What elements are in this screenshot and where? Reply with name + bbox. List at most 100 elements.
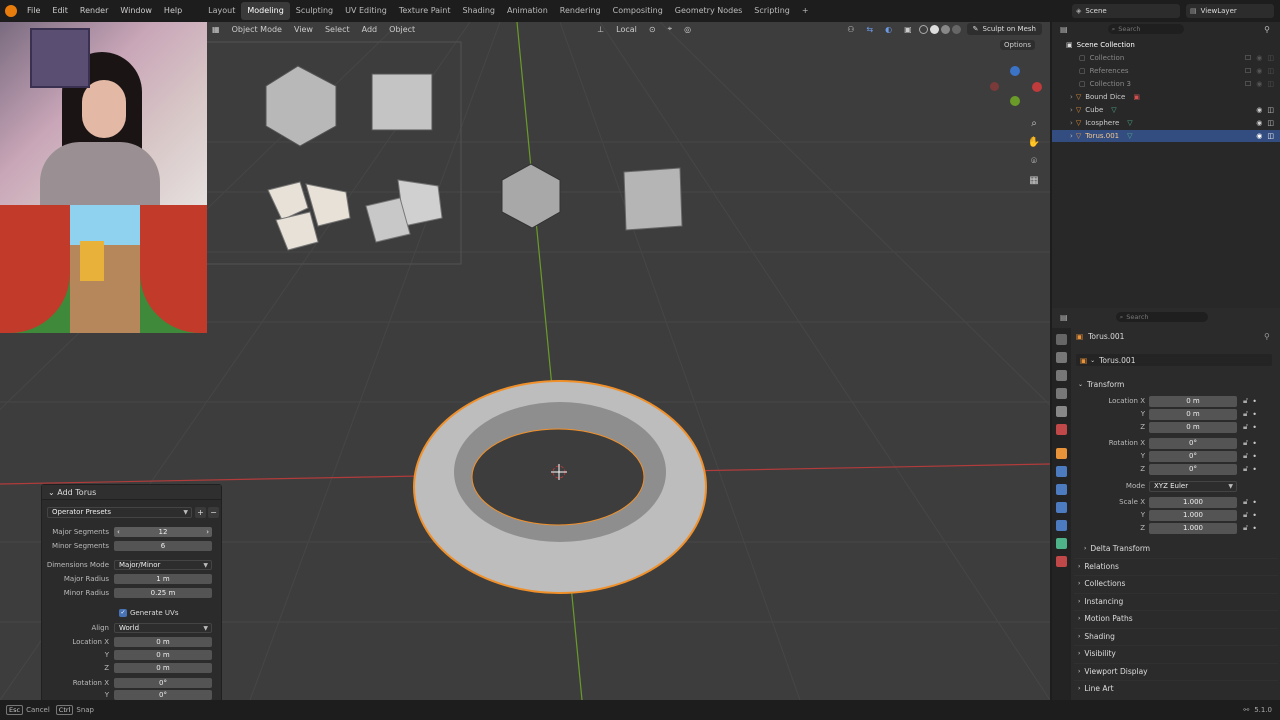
expand-arrow-icon[interactable]: › — [1070, 119, 1073, 127]
menu-help[interactable]: Help — [158, 0, 188, 22]
tab-geometry-nodes[interactable]: Geometry Nodes — [669, 2, 748, 20]
gizmo-icon[interactable]: ⇆ — [860, 25, 879, 34]
blender-logo-icon[interactable] — [5, 5, 17, 17]
add-menu[interactable]: Add — [356, 25, 384, 34]
rotation-x-field[interactable]: 0° — [114, 677, 212, 688]
increment-icon[interactable]: › — [206, 527, 209, 537]
pivot-icon[interactable]: ⊙ — [643, 25, 662, 34]
keyframe-dot-icon[interactable]: • — [1252, 439, 1257, 448]
instancing-section-header[interactable]: › Instancing — [1074, 593, 1278, 609]
lock-icon[interactable]: 🔓︎ — [1243, 396, 1248, 406]
scale-z-field[interactable]: 1.000 — [1149, 522, 1237, 534]
sculpt-on-mesh-button[interactable]: ✎ Sculpt on Mesh — [966, 23, 1042, 35]
keyframe-dot-icon[interactable]: • — [1252, 511, 1257, 520]
gizmo-x-icon[interactable] — [1032, 82, 1042, 92]
minor-segments-field[interactable]: 6 — [114, 540, 212, 551]
visibility-icon[interactable]: ⚇ — [841, 25, 860, 34]
properties-editor[interactable]: ▤ ⌕ Search ▣ Torus.001 ⚲ ▣ ⌄ Torus.001 ⌄… — [1052, 310, 1280, 700]
keyframe-dot-icon[interactable]: • — [1252, 423, 1257, 432]
scale-x-field[interactable]: 1.000 — [1149, 496, 1237, 508]
keyframe-dot-icon[interactable]: • — [1252, 498, 1257, 507]
eye-icon[interactable]: ◉ — [1256, 80, 1262, 88]
camera-icon[interactable]: ⌾ — [1026, 156, 1042, 175]
tab-shading[interactable]: Shading — [456, 2, 501, 20]
outliner-row-cube[interactable]: › ▽ Cube ▽ ◉ ◫ — [1052, 104, 1280, 116]
camera-icon[interactable]: ◫ — [1267, 132, 1274, 140]
rotation-x-field[interactable]: 0° — [1149, 437, 1237, 449]
grid-icon[interactable]: ▦ — [1026, 175, 1042, 194]
particles-tab-icon[interactable] — [1056, 484, 1067, 495]
outliner-row-references[interactable]: ▢ References ☐ ◉ ◫ — [1052, 65, 1280, 77]
tab-compositing[interactable]: Compositing — [607, 2, 669, 20]
eye-icon[interactable]: ◉ — [1256, 54, 1262, 62]
generate-uvs-checkbox[interactable]: ✓ — [119, 608, 127, 617]
object-menu[interactable]: Object — [383, 25, 421, 34]
rotation-z-field[interactable]: 0° — [1149, 463, 1237, 475]
output-tab-icon[interactable] — [1056, 370, 1067, 381]
expand-arrow-icon[interactable]: › — [1070, 132, 1073, 140]
material-tab-icon[interactable] — [1056, 556, 1067, 567]
shading-section-header[interactable]: › Shading — [1074, 628, 1278, 644]
tool-tab-icon[interactable] — [1056, 334, 1067, 345]
eye-icon[interactable]: ◉ — [1256, 132, 1262, 140]
scene-selector[interactable]: ◈ Scene — [1072, 4, 1180, 18]
tab-texture-paint[interactable]: Texture Paint — [393, 2, 457, 20]
constraints-tab-icon[interactable] — [1056, 520, 1067, 531]
align-select[interactable]: World ▼ — [114, 622, 212, 633]
camera-icon[interactable]: ◫ — [1267, 80, 1274, 88]
select-menu[interactable]: Select — [319, 25, 356, 34]
location-z-field[interactable]: 0 m — [1149, 421, 1237, 433]
location-y-field[interactable]: 0 m — [114, 649, 212, 660]
scene-tab-icon[interactable] — [1056, 406, 1067, 417]
outliner[interactable]: ▤ ⌕ Search ⚲ ▣ Scene Collection ▢ Collec… — [1052, 22, 1280, 308]
3d-viewport[interactable]: ▦ Object Mode View Select Add Object ⊥ L… — [0, 22, 1050, 700]
lock-icon[interactable]: 🔓︎ — [1243, 497, 1248, 507]
rotation-mode-select[interactable]: XYZ Euler ▼ — [1149, 480, 1237, 492]
camera-icon[interactable]: ◫ — [1267, 67, 1274, 75]
snap-icon[interactable]: ⌖ — [662, 24, 679, 34]
rotation-y-field[interactable]: 0° — [1149, 450, 1237, 462]
overlay-icon[interactable]: ◐ — [879, 25, 898, 34]
generate-uvs-label[interactable]: Generate UVs — [130, 609, 178, 617]
navigation-gizmo[interactable] — [990, 66, 1042, 108]
location-y-field[interactable]: 0 m — [1149, 408, 1237, 420]
object-tab-icon[interactable] — [1056, 448, 1067, 459]
rotation-y-field[interactable]: 0° — [114, 689, 212, 700]
shading-rendered-icon[interactable] — [951, 24, 961, 34]
view-layer-tab-icon[interactable] — [1056, 388, 1067, 399]
options-button[interactable]: Options — [1000, 40, 1036, 50]
gizmo-z-icon[interactable] — [1010, 66, 1020, 76]
motion-paths-section-header[interactable]: › Motion Paths — [1074, 610, 1278, 626]
menu-render[interactable]: Render — [74, 0, 114, 22]
lock-icon[interactable]: 🔓︎ — [1243, 409, 1248, 419]
filter-icon[interactable]: ⚲ — [1264, 25, 1270, 34]
shading-material-icon[interactable] — [940, 24, 950, 34]
location-x-field[interactable]: 0 m — [1149, 395, 1237, 407]
menu-window[interactable]: Window — [114, 0, 158, 22]
line-art-section-header[interactable]: › Line Art — [1074, 680, 1278, 696]
location-x-field[interactable]: 0 m — [114, 636, 212, 647]
eye-icon[interactable]: ◉ — [1256, 67, 1262, 75]
relations-section-header[interactable]: › Relations — [1074, 558, 1278, 574]
tab-scripting[interactable]: Scripting — [748, 2, 796, 20]
lock-icon[interactable]: 🔓︎ — [1243, 422, 1248, 432]
major-segments-field[interactable]: ‹ 12 › — [114, 526, 212, 537]
eye-icon[interactable]: ◉ — [1256, 119, 1262, 127]
modifier-tab-icon[interactable] — [1056, 466, 1067, 477]
lock-icon[interactable]: 🔓︎ — [1243, 464, 1248, 474]
tab-modeling[interactable]: Modeling — [241, 2, 290, 20]
expand-arrow-icon[interactable]: › — [1070, 106, 1073, 114]
camera-icon[interactable]: ◫ — [1267, 119, 1274, 127]
gizmo-y-icon[interactable] — [1010, 96, 1020, 106]
xray-icon[interactable]: ▣ — [898, 25, 918, 34]
outliner-row-collection-3[interactable]: ▢ Collection 3 ☐ ◉ ◫ — [1052, 78, 1280, 90]
object-name-field[interactable]: ▣ ⌄ Torus.001 — [1076, 354, 1272, 366]
outliner-row-bound-dice[interactable]: › ▽ Bound Dice ▣ — [1052, 91, 1280, 103]
outliner-row-icosphere[interactable]: › ▽ Icosphere ▽ ◉ ◫ — [1052, 117, 1280, 129]
add-workspace-icon[interactable]: + — [796, 2, 815, 20]
transform-section-header[interactable]: ⌄ Transform — [1074, 376, 1278, 392]
tab-layout[interactable]: Layout — [202, 2, 241, 20]
expand-arrow-icon[interactable]: › — [1070, 93, 1073, 101]
viewport-display-section-header[interactable]: › Viewport Display — [1074, 663, 1278, 679]
keyframe-dot-icon[interactable]: • — [1252, 410, 1257, 419]
